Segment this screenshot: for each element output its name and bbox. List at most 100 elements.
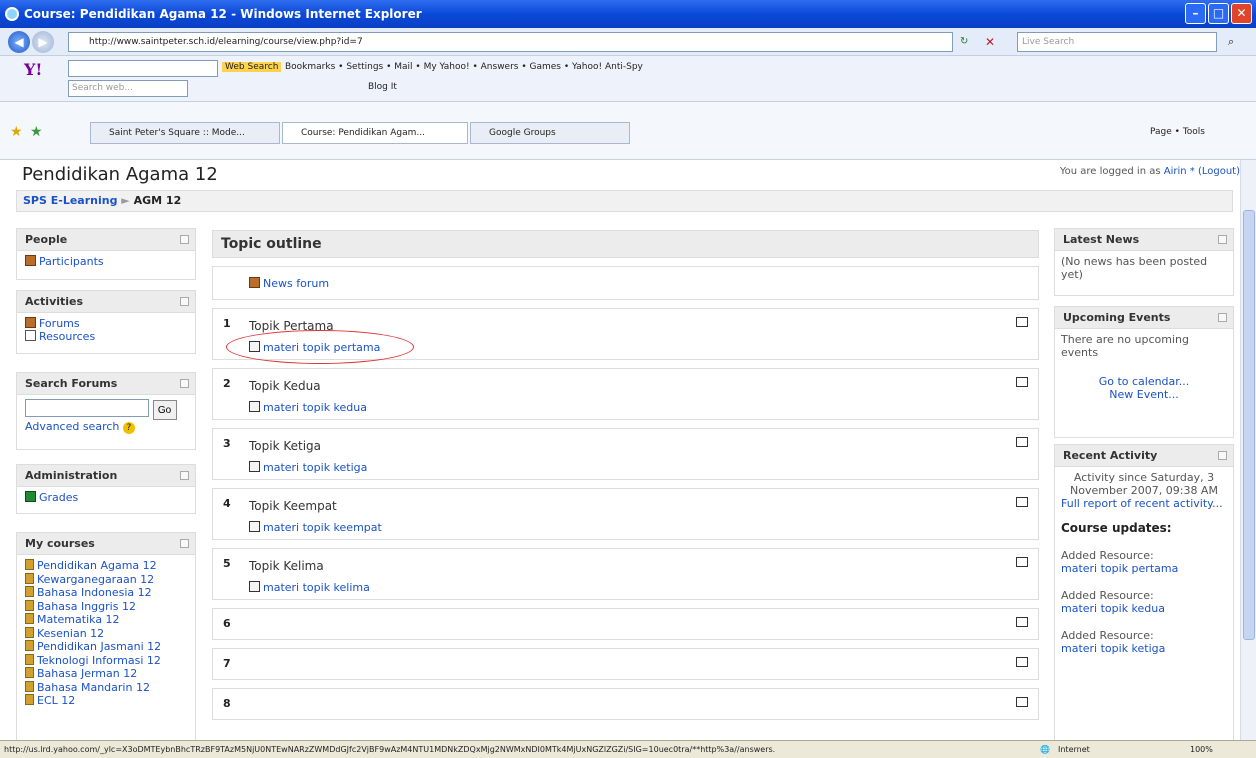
grades-link[interactable]: Grades xyxy=(39,491,78,504)
tab-course[interactable]: Course: Pendidikan Agam... xyxy=(282,122,468,144)
forward-button[interactable]: ▶ xyxy=(32,31,54,53)
section-number: 8 xyxy=(223,697,231,710)
help-icon[interactable]: ? xyxy=(122,422,135,434)
news-forum-link[interactable]: News forum xyxy=(263,277,329,290)
close-button[interactable]: ✕ xyxy=(1231,3,1252,24)
course-icon xyxy=(25,640,34,651)
search-go-button[interactable]: Go xyxy=(152,400,177,420)
collapse-toggle[interactable] xyxy=(180,235,189,244)
course-icon xyxy=(25,586,34,597)
upcoming-events-text: There are no upcoming events xyxy=(1061,333,1189,359)
course-link[interactable]: Bahasa Inggris 12 xyxy=(37,600,136,613)
course-link[interactable]: Bahasa Indonesia 12 xyxy=(37,586,152,599)
course-link[interactable]: Kewarganegaraan 12 xyxy=(37,573,154,586)
yahoo-search-input[interactable] xyxy=(68,60,218,77)
collapse-toggle[interactable] xyxy=(180,379,189,388)
course-link[interactable]: Pendidikan Jasmani 12 xyxy=(37,640,161,653)
collapse-toggle[interactable] xyxy=(1218,235,1227,244)
recent-update-item: Added Resource: materi topik kedua xyxy=(1061,589,1227,615)
course-link[interactable]: ECL 12 xyxy=(37,694,75,707)
course-icon xyxy=(25,613,34,624)
collapse-toggle[interactable] xyxy=(180,471,189,480)
collapse-toggle[interactable] xyxy=(1218,451,1227,460)
show-only-section-icon[interactable] xyxy=(1016,377,1028,387)
recent-update-item: Added Resource: materi topik ketiga xyxy=(1061,629,1227,655)
course-link[interactable]: Matematika 12 xyxy=(37,613,120,626)
course-link[interactable]: Pendidikan Agama 12 xyxy=(37,559,157,572)
user-link[interactable]: Airin * xyxy=(1164,166,1195,177)
section-number: 2 xyxy=(223,377,231,390)
section-number: 3 xyxy=(223,437,231,450)
blog-it-button[interactable]: Blog It xyxy=(368,82,397,92)
show-only-section-icon[interactable] xyxy=(1016,557,1028,567)
course-icon xyxy=(25,694,34,705)
resources-link[interactable]: Resources xyxy=(39,330,95,343)
show-only-section-icon[interactable] xyxy=(1016,497,1028,507)
recent-resource-link[interactable]: materi topik kedua xyxy=(1061,602,1227,615)
new-event-link[interactable]: New Event... xyxy=(1109,388,1179,401)
course-icon xyxy=(25,626,34,638)
course-link[interactable]: Teknologi Informasi 12 xyxy=(37,654,161,667)
forum-icon xyxy=(25,317,36,328)
address-input[interactable]: http://www.saintpeter.sch.id/elearning/c… xyxy=(68,32,953,52)
advanced-search-link[interactable]: Advanced search xyxy=(25,420,119,433)
add-favorites-icon[interactable]: ★ xyxy=(30,124,43,140)
maximize-button[interactable]: □ xyxy=(1208,3,1229,24)
favorites-star-icon[interactable]: ★ xyxy=(10,124,23,140)
search-forums-input[interactable] xyxy=(25,399,149,417)
show-only-section-icon[interactable] xyxy=(1016,697,1028,707)
resource-link[interactable]: materi topik keempat xyxy=(263,521,382,534)
back-button[interactable]: ◀ xyxy=(8,31,30,53)
course-list-item: Bahasa Jerman 12 xyxy=(25,667,187,681)
minimize-button[interactable]: – xyxy=(1185,3,1206,24)
refresh-icon[interactable]: ↻ xyxy=(960,36,968,47)
collapse-toggle[interactable] xyxy=(1218,313,1227,322)
show-only-section-icon[interactable] xyxy=(1016,437,1028,447)
topic-section: 8 xyxy=(212,688,1039,720)
tab-saint-peters[interactable]: Saint Peter's Square :: Mode... xyxy=(90,122,280,144)
web-search-button[interactable]: Web Search xyxy=(222,62,282,72)
course-link[interactable]: Kesenian 12 xyxy=(37,627,104,640)
course-link[interactable]: Bahasa Mandarin 12 xyxy=(37,681,150,694)
breadcrumb-home[interactable]: SPS E-Learning xyxy=(23,194,117,207)
zone-label: Internet xyxy=(1058,745,1090,754)
topic-section: 3 Topik Ketiga materi topik ketiga xyxy=(212,428,1039,480)
page-tools-menu[interactable]: Page • Tools xyxy=(1150,127,1205,137)
collapse-toggle[interactable] xyxy=(180,539,189,548)
scrollbar-thumb[interactable] xyxy=(1243,210,1255,640)
full-report-link[interactable]: Full report of recent activity... xyxy=(1061,497,1223,510)
tab-google-groups[interactable]: Google Groups xyxy=(470,122,630,144)
stop-icon[interactable]: ✕ xyxy=(985,35,995,49)
my-courses-block: My courses Pendidikan Agama 12 Kewarganeg… xyxy=(16,532,196,740)
logout-link[interactable]: (Logout) xyxy=(1198,166,1240,177)
recent-resource-link[interactable]: materi topik pertama xyxy=(1061,562,1227,575)
show-only-section-icon[interactable] xyxy=(1016,617,1028,627)
resource-link[interactable]: materi topik kedua xyxy=(263,401,367,414)
live-search-input[interactable]: Live Search xyxy=(1017,32,1217,52)
course-list-item: Bahasa Inggris 12 xyxy=(25,599,187,614)
recent-update-item: Added Resource: materi topik pertama xyxy=(1061,549,1227,575)
resource-link[interactable]: materi topik kelima xyxy=(263,581,370,594)
collapse-toggle[interactable] xyxy=(180,297,189,306)
show-only-section-icon[interactable] xyxy=(1016,657,1028,667)
show-only-section-icon[interactable] xyxy=(1016,317,1028,327)
internet-zone-icon: 🌐 xyxy=(1040,745,1050,754)
course-icon xyxy=(25,559,34,570)
yahoo-logo-icon: Y! xyxy=(24,60,43,79)
go-to-calendar-link[interactable]: Go to calendar... xyxy=(1099,375,1190,388)
participants-link[interactable]: Participants xyxy=(39,255,104,268)
section-number: 1 xyxy=(223,317,231,330)
vertical-scrollbar[interactable] xyxy=(1240,160,1256,740)
recent-resource-link[interactable]: materi topik ketiga xyxy=(1061,642,1227,655)
section-number: 7 xyxy=(223,657,231,670)
section-number: 5 xyxy=(223,557,231,570)
yahoo-toolbar-items[interactable]: Bookmarks • Settings • Mail • My Yahoo! … xyxy=(285,62,643,72)
yahoo-toolbar: Y! Web Search Bookmarks • Settings • Mai… xyxy=(0,56,1256,102)
resource-link[interactable]: materi topik ketiga xyxy=(263,461,367,474)
search-web-input[interactable]: Search web... xyxy=(68,80,188,97)
search-icon[interactable]: ⌕ xyxy=(1228,35,1234,49)
course-link[interactable]: Bahasa Jerman 12 xyxy=(37,667,137,680)
zoom-level[interactable]: 100% xyxy=(1190,741,1213,758)
topic-section: 7 xyxy=(212,648,1039,680)
forums-link[interactable]: Forums xyxy=(39,317,80,330)
